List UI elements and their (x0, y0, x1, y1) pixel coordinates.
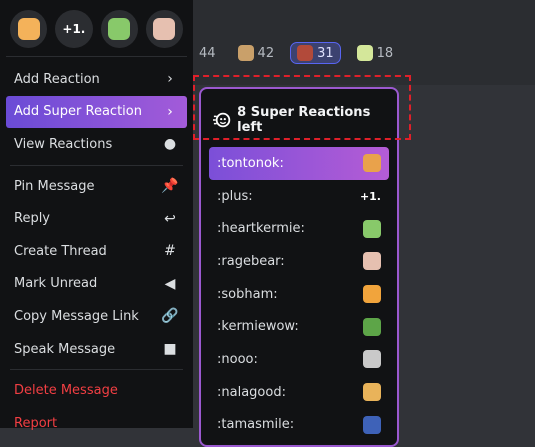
super-reaction-option[interactable]: :nooo: (209, 343, 389, 376)
menu-item-reply[interactable]: Reply ↩ (6, 202, 187, 235)
menu-item-label: Delete Message (14, 383, 118, 399)
reaction-bar: 44 42 31 18 (193, 40, 399, 66)
super-reaction-option[interactable]: :heartkermie: (209, 212, 389, 245)
ragebear-quick-button[interactable] (145, 10, 183, 48)
thread-icon: # (164, 243, 176, 260)
emoji-code-label: :heartkermie: (217, 221, 305, 237)
pin-icon: 📌 (161, 178, 179, 195)
menu-item-mark-unread[interactable]: Mark Unread ◀ (6, 268, 187, 301)
nooo-emoji-icon (363, 350, 381, 369)
tontonok-quick-button[interactable] (10, 10, 48, 48)
heartkermie-emoji-icon (363, 219, 381, 238)
super-reaction-option[interactable]: :kermiewow: (209, 310, 389, 343)
speak-icon: ■ (163, 341, 177, 358)
emoji-code-label: :nooo: (217, 351, 258, 367)
menu-item-label: Mark Unread (14, 276, 98, 292)
super-reaction-icon (213, 112, 231, 128)
message-context-menu: +1. Add Reaction › Add Super Reaction › View… (0, 0, 193, 431)
ragebear-emoji-icon (363, 252, 381, 271)
super-reaction-option[interactable]: :tamasmile: (209, 409, 389, 442)
emoji-code-label: :tamasmile: (217, 417, 295, 433)
menu-item-add-reaction[interactable]: Add Reaction › (6, 63, 187, 96)
super-reaction-option[interactable]: :plus: +1. (209, 180, 389, 213)
plus-one-emoji-label: +1. (359, 189, 381, 203)
emoji-code-label: :plus: (217, 188, 253, 204)
chevron-right-icon: › (167, 103, 173, 120)
menu-item-add-super-reaction[interactable]: Add Super Reaction › (6, 95, 187, 129)
reaction-chip[interactable]: 42 (232, 42, 281, 64)
mark-unread-icon: ◀ (164, 275, 176, 292)
reaction-count: 31 (317, 45, 334, 61)
menu-item-label: Copy Message Link (14, 308, 139, 324)
menu-items: Add Reaction › Add Super Reaction › View Rea… (6, 63, 187, 440)
emoji-code-label: :sobham: (217, 286, 278, 302)
super-reaction-header: 8 Super Reactions left (201, 89, 397, 141)
menu-item-label: Reply (14, 211, 51, 227)
menu-separator (10, 164, 183, 166)
reaction-count: 44 (199, 45, 216, 61)
reaction-emoji-icon (237, 45, 254, 61)
reaction-chip[interactable]: 31 (290, 42, 341, 64)
menu-item-label: Report (14, 415, 58, 431)
emoji-code-label: :kermiewow: (217, 319, 299, 335)
face-icon: ● (163, 136, 177, 153)
menu-item-label: View Reactions (14, 136, 113, 152)
menu-item-copy-message-link[interactable]: Copy Message Link 🔗 (6, 300, 187, 333)
quick-reactions-row: +1. (6, 6, 187, 57)
menu-item-label: Pin Message (14, 178, 95, 194)
menu-item-delete-message[interactable]: Delete Message (6, 374, 187, 407)
super-reactions-left-text: 8 Super Reactions left (237, 105, 371, 135)
reaction-emoji-icon (297, 45, 314, 61)
tontonok-emoji-icon (17, 18, 40, 40)
menu-item-label: Speak Message (14, 341, 116, 357)
super-reaction-option[interactable]: :sobham: (209, 278, 389, 311)
menu-item-create-thread[interactable]: Create Thread # (6, 235, 187, 268)
sobham-emoji-icon (363, 285, 381, 304)
heartkermie-emoji-icon (108, 18, 131, 40)
tamasmile-emoji-icon (363, 415, 381, 434)
link-icon: 🔗 (161, 308, 179, 325)
tontonok-emoji-icon (363, 154, 381, 173)
super-reaction-option[interactable]: :tontonok: (209, 147, 389, 180)
reaction-emoji-icon (356, 45, 373, 61)
heartkermie-quick-button[interactable] (100, 10, 138, 48)
super-reaction-option[interactable]: :nalagood: (209, 376, 389, 409)
menu-item-view-reactions[interactable]: View Reactions ● (6, 128, 187, 161)
nalagood-emoji-icon (363, 383, 381, 402)
emoji-code-label: :nalagood: (217, 384, 286, 400)
emoji-code-label: :ragebear: (217, 253, 285, 269)
reaction-count: 18 (376, 45, 394, 61)
menu-separator (10, 369, 183, 371)
reaction-chip[interactable]: 18 (351, 42, 400, 64)
ragebear-emoji-icon (153, 18, 176, 40)
menu-item-label: Add Super Reaction (14, 104, 142, 120)
super-reaction-list: :tontonok::plus: +1.:heartkermie::ragebea… (201, 147, 397, 441)
menu-item-speak-message[interactable]: Speak Message ■ (6, 333, 187, 366)
kermiewow-emoji-icon (363, 317, 381, 336)
reply-icon: ↩ (164, 210, 176, 227)
menu-item-label: Create Thread (14, 243, 107, 259)
super-reaction-option[interactable]: :ragebear: (209, 245, 389, 278)
reaction-chip[interactable]: 44 (193, 42, 222, 64)
plus-one-label: +1. (62, 22, 86, 36)
reaction-count: 42 (257, 45, 275, 61)
chevron-right-icon: › (167, 71, 173, 88)
menu-item-pin-message[interactable]: Pin Message 📌 (6, 170, 187, 203)
super-reaction-picker: 8 Super Reactions left :tontonok::plus: +… (199, 87, 399, 447)
menu-item-report[interactable]: Report (6, 407, 187, 440)
emoji-code-label: :tontonok: (217, 155, 284, 171)
plus-one-quick-button[interactable]: +1. (55, 10, 93, 48)
menu-item-label: Add Reaction (14, 71, 100, 87)
